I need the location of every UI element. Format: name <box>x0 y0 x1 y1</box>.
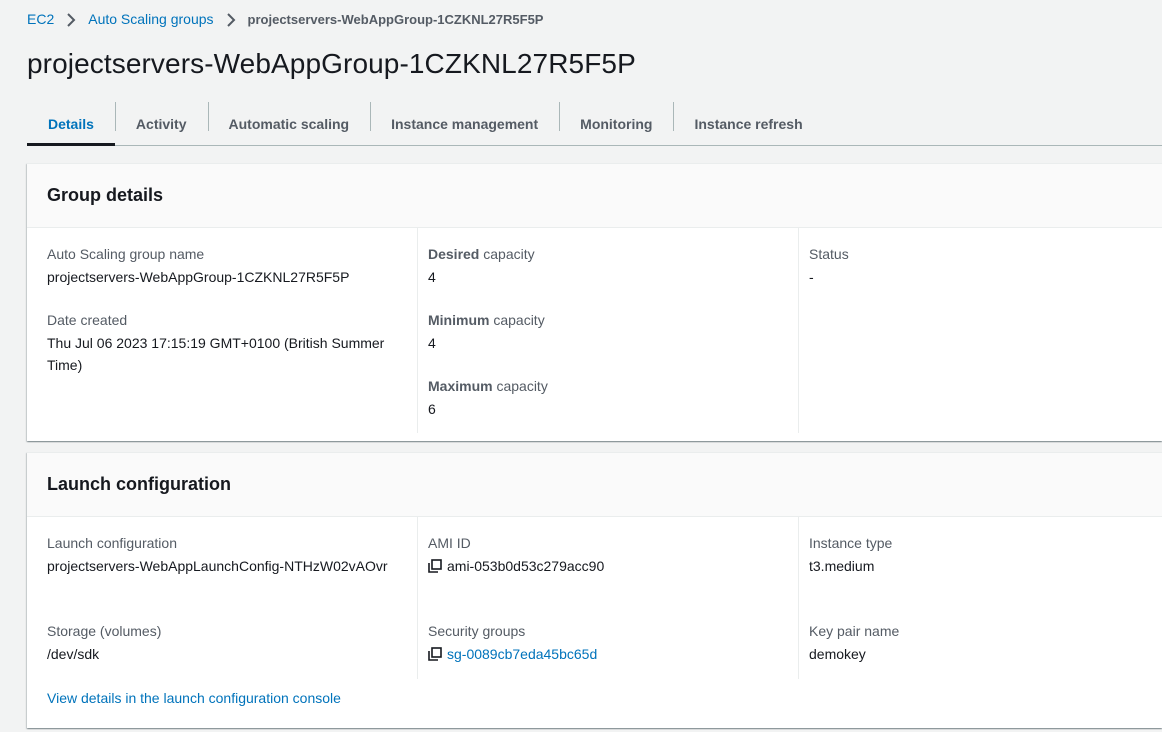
tab-bar: Details Activity Automatic scaling Insta… <box>27 102 1162 146</box>
ami-id-field: AMI ID ami-053b0d53c279acc90 <box>428 533 604 577</box>
asg-name-value: projectservers-WebAppGroup-1CZKNL27R5F5P <box>47 269 350 285</box>
desired-capacity-value: 4 <box>428 269 436 285</box>
storage-field: Storage (volumes) /dev/sdk <box>47 621 161 665</box>
maximum-capacity-value: 6 <box>428 401 436 417</box>
ami-id-label: AMI ID <box>428 535 471 551</box>
desired-capacity-label: Desired capacity <box>428 244 535 264</box>
breadcrumb: EC2 Auto Scaling groups projectservers-W… <box>27 9 543 29</box>
breadcrumb-ec2[interactable]: EC2 <box>27 11 54 27</box>
storage-label: Storage (volumes) <box>47 623 162 639</box>
launch-config-field: Launch configuration projectservers-WebA… <box>47 533 388 577</box>
tab-instance-management[interactable]: Instance management <box>370 102 559 145</box>
security-groups-field: Security groups sg-0089cb7eda45bc65d <box>428 621 597 665</box>
ami-id-value: ami-053b0d53c279acc90 <box>447 558 605 574</box>
status-value: - <box>809 269 814 285</box>
launch-configuration-heading: Launch configuration <box>27 453 1162 517</box>
launch-config-value: projectservers-WebAppLaunchConfig-NTHzW0… <box>47 558 388 574</box>
launch-config-col-3: Instance type t3.medium Key pair name de… <box>798 517 1162 679</box>
instance-type-field: Instance type t3.medium <box>809 533 892 577</box>
copy-icon[interactable] <box>428 557 442 573</box>
minimum-capacity-value: 4 <box>428 335 436 351</box>
desired-capacity-field: Desired capacity 4 <box>428 244 535 288</box>
view-launch-config-link[interactable]: View details in the launch configuration… <box>47 688 341 708</box>
launch-config-col-2: AMI ID ami-053b0d53c279acc90 Security gr… <box>417 517 798 679</box>
maximum-bold: Maximum <box>428 378 493 394</box>
minimum-capacity-label: Minimum capacity <box>428 310 545 330</box>
breadcrumb-auto-scaling-groups[interactable]: Auto Scaling groups <box>88 11 213 27</box>
group-details-col-3: Status - <box>798 228 1162 433</box>
group-details-panel: Group details Auto Scaling group name pr… <box>27 163 1162 441</box>
security-group-link[interactable]: sg-0089cb7eda45bc65d <box>447 646 597 662</box>
breadcrumb-current: projectservers-WebAppGroup-1CZKNL27R5F5P <box>247 11 544 27</box>
status-field: Status - <box>809 244 849 288</box>
key-pair-field: Key pair name demokey <box>809 621 899 665</box>
instance-type-label: Instance type <box>809 535 893 551</box>
maximum-capacity-label: Maximum capacity <box>428 376 548 396</box>
page-title: projectservers-WebAppGroup-1CZKNL27R5F5P <box>27 48 636 79</box>
group-details-col-2: Desired capacity 4 Minimum capacity 4 Ma… <box>417 228 798 433</box>
tab-activity[interactable]: Activity <box>114 102 208 145</box>
desired-bold: Desired <box>428 246 480 262</box>
security-groups-label: Security groups <box>428 623 526 639</box>
desired-rest: capacity <box>479 246 535 262</box>
date-created-label: Date created <box>47 312 128 328</box>
instance-type-value: t3.medium <box>809 558 875 574</box>
date-created-value: Thu Jul 06 2023 17:15:19 GMT+0100 (Briti… <box>47 335 385 373</box>
page: EC2 Auto Scaling groups projectservers-W… <box>0 0 1162 732</box>
tab-automatic-scaling[interactable]: Automatic scaling <box>207 102 371 145</box>
group-details-col-1: Auto Scaling group name projectservers-W… <box>37 228 417 433</box>
status-label: Status <box>809 246 849 262</box>
date-created-field: Date created Thu Jul 06 2023 17:15:19 GM… <box>47 310 402 376</box>
tab-instance-refresh[interactable]: Instance refresh <box>673 102 823 145</box>
storage-value: /dev/sdk <box>47 646 100 662</box>
minimum-rest: capacity <box>489 312 545 328</box>
asg-name-label: Auto Scaling group name <box>47 246 205 262</box>
launch-config-col-1: Launch configuration projectservers-WebA… <box>37 517 417 679</box>
key-pair-value: demokey <box>809 646 866 662</box>
key-pair-label: Key pair name <box>809 623 900 639</box>
launch-configuration-panel: Launch configuration Launch configuratio… <box>27 452 1162 728</box>
chevron-right-icon <box>62 11 80 27</box>
minimum-bold: Minimum <box>428 312 490 328</box>
ami-id-value-row: ami-053b0d53c279acc90 <box>428 555 604 577</box>
maximum-rest: capacity <box>492 378 548 394</box>
asg-name-field: Auto Scaling group name projectservers-W… <box>47 244 349 288</box>
chevron-right-icon <box>222 11 240 27</box>
tab-details[interactable]: Details <box>27 102 115 146</box>
security-groups-value-row: sg-0089cb7eda45bc65d <box>428 643 597 665</box>
launch-config-label: Launch configuration <box>47 535 177 551</box>
minimum-capacity-field: Minimum capacity 4 <box>428 310 545 354</box>
tab-monitoring[interactable]: Monitoring <box>559 102 673 145</box>
maximum-capacity-field: Maximum capacity 6 <box>428 376 548 420</box>
copy-icon[interactable] <box>428 645 442 661</box>
group-details-heading: Group details <box>27 164 1162 228</box>
